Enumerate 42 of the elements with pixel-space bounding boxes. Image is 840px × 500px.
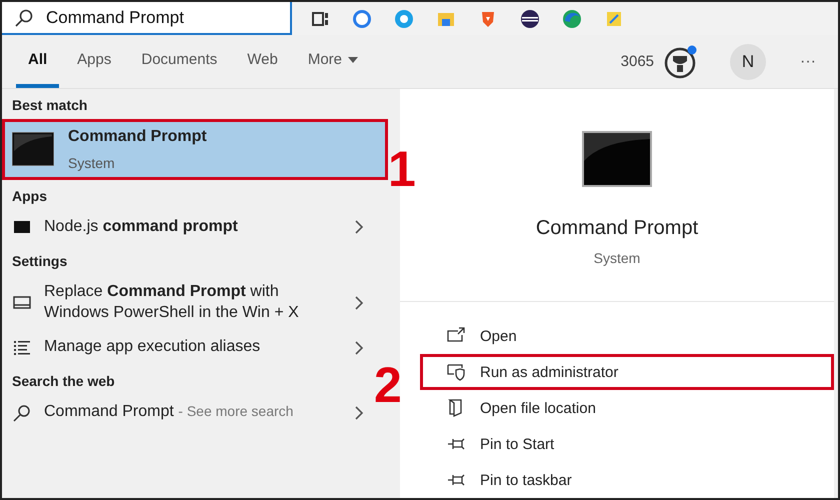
- chevron-icon: [354, 220, 364, 234]
- chevron-icon: [354, 340, 364, 355]
- action-item[interactable]: Open: [420, 318, 834, 354]
- action-item[interactable]: Pin to Start: [420, 426, 834, 462]
- app-icon[interactable]: [520, 8, 540, 28]
- trophy-icon[interactable]: [664, 44, 698, 78]
- result-item[interactable]: Node.js command prompt: [2, 210, 400, 245]
- result-item[interactable]: Replace Command Prompt with Windows PowerShell in the Win + X: [2, 274, 400, 330]
- section-heading: Settings: [11, 252, 68, 271]
- tab[interactable]: All: [16, 35, 60, 88]
- app-category: System: [594, 250, 640, 266]
- search-icon: [12, 402, 32, 423]
- tab[interactable]: More: [296, 35, 370, 88]
- action-item[interactable]: Run as administrator: [420, 354, 834, 390]
- caret-icon: [348, 56, 358, 62]
- step-number: 1: [388, 144, 416, 194]
- chevron-icon: [354, 406, 364, 420]
- result-title: Manage app execution aliases: [44, 338, 260, 356]
- console-icon: [12, 132, 54, 166]
- action-item[interactable]: Pin to taskbar: [420, 462, 834, 498]
- result-title: Node.js command prompt: [44, 218, 238, 235]
- search-field[interactable]: Command Prompt: [2, 2, 292, 35]
- tab[interactable]: Web: [235, 35, 290, 88]
- section-heading: Best match: [11, 96, 88, 115]
- more-button[interactable]: ···: [794, 52, 822, 72]
- avatar[interactable]: N: [730, 44, 766, 80]
- result-title: Replace Command Prompt with Windows PowerShell in the Win + X: [44, 282, 299, 321]
- result-title: Command Prompt: [68, 127, 208, 147]
- shield-icon: [446, 362, 466, 382]
- result-item[interactable]: Command Prompt System: [2, 119, 388, 180]
- action-item[interactable]: Open file location: [420, 390, 834, 426]
- result-hint: - See more search: [178, 403, 294, 420]
- result-title: Command Prompt: [44, 403, 174, 420]
- console-icon: [582, 131, 652, 187]
- chevron-icon: [354, 296, 364, 310]
- points-count: 3065: [620, 53, 654, 70]
- section-heading: Search the web: [11, 372, 116, 392]
- tab[interactable]: Apps: [65, 35, 124, 88]
- app-title: Command Prompt: [536, 217, 698, 240]
- section-heading: Apps: [11, 186, 48, 206]
- result-category: System: [68, 154, 116, 172]
- tab[interactable]: Documents: [129, 35, 230, 88]
